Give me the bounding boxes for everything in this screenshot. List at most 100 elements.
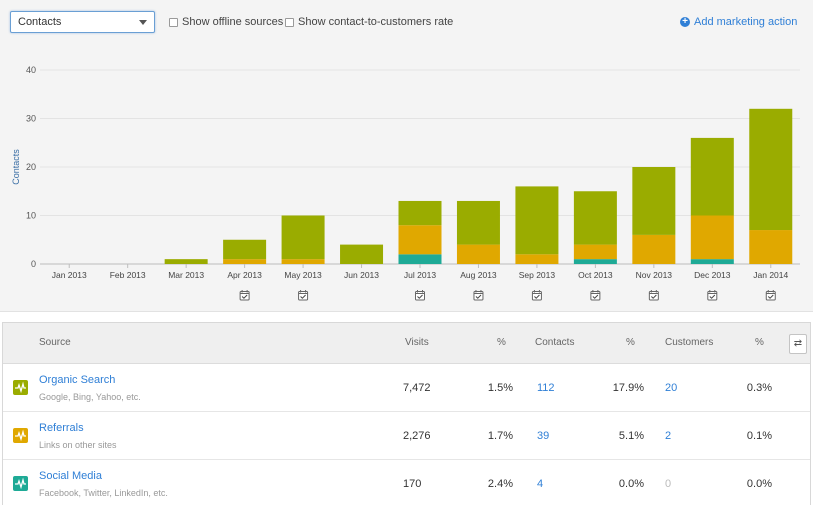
customers-pct-value: 0.0% xyxy=(746,478,772,490)
y-tick-label: 40 xyxy=(26,65,36,75)
bar-segment[interactable] xyxy=(749,230,793,264)
source-name-link[interactable]: Referrals xyxy=(39,422,84,434)
contacts-link[interactable]: 4 xyxy=(537,478,543,490)
metric-select[interactable]: Contacts xyxy=(10,11,155,33)
visits-value: 170 xyxy=(403,478,422,490)
bar-segment[interactable] xyxy=(281,215,325,260)
table-header: Source Visits % Contacts % Customers % ⇄ xyxy=(3,323,810,364)
x-tick-label: Dec 2013 xyxy=(694,270,731,280)
sources-table: Source Visits % Contacts % Customers % ⇄… xyxy=(2,322,811,505)
col-customers-pct: % xyxy=(755,337,764,348)
calendar-check-icon[interactable] xyxy=(415,290,425,301)
checkbox-box[interactable] xyxy=(169,17,178,27)
metric-select-value: Contacts xyxy=(18,16,62,28)
bar-segment[interactable] xyxy=(690,215,734,260)
bar-segment[interactable] xyxy=(281,259,325,264)
chart-panel: Contacts Show offline sources Show conta… xyxy=(0,0,813,312)
x-tick-label: Nov 2013 xyxy=(636,270,673,280)
bar-segment[interactable] xyxy=(515,254,559,264)
show-offline-checkbox[interactable]: Show offline sources xyxy=(169,15,283,29)
plus-circle-icon: + xyxy=(680,17,690,27)
visits-value: 7,472 xyxy=(403,382,431,394)
x-tick-label: Aug 2013 xyxy=(460,270,497,280)
calendar-check-icon[interactable] xyxy=(473,290,484,301)
swap-arrows-icon: ⇄ xyxy=(793,338,803,349)
customers-link[interactable]: 2 xyxy=(665,430,671,442)
bar-segment[interactable] xyxy=(573,191,617,245)
col-visits-pct: % xyxy=(497,337,506,348)
x-tick-label: Apr 2013 xyxy=(227,270,262,280)
bar-segment[interactable] xyxy=(164,259,208,264)
add-marketing-action-label: Add marketing action xyxy=(694,16,798,28)
source-name-link[interactable]: Organic Search xyxy=(39,374,115,386)
visits-pct-value: 1.5% xyxy=(487,382,513,394)
bar-segment[interactable] xyxy=(398,200,442,226)
col-visits: Visits xyxy=(405,337,429,348)
table-row: Referrals Links on other sites 2,276 1.7% 39… xyxy=(3,412,810,460)
show-rate-label: Show contact-to-customers rate xyxy=(298,16,454,28)
show-rate-checkbox[interactable]: Show contact-to-customers rate xyxy=(285,15,453,29)
visits-pct-value: 2.4% xyxy=(487,478,513,490)
calendar-check-icon[interactable] xyxy=(239,290,250,301)
show-offline-label: Show offline sources xyxy=(182,16,284,28)
calendar-check-icon[interactable] xyxy=(590,290,601,301)
source-description: Links on other sites xyxy=(39,440,117,450)
customers-link[interactable]: 20 xyxy=(665,382,677,394)
x-tick-label: Feb 2013 xyxy=(110,270,146,280)
y-tick-label: 10 xyxy=(26,211,36,221)
x-tick-label: Jul 2013 xyxy=(404,270,436,280)
y-tick-label: 30 xyxy=(26,114,36,124)
contacts-chart: 0 10 20 30 40 Contacts Jan 2013 Feb 2013 Mar 201… xyxy=(11,65,800,301)
bar-segment[interactable] xyxy=(398,225,442,255)
contacts-link[interactable]: 112 xyxy=(537,382,555,394)
bar-segment[interactable] xyxy=(398,254,442,264)
bar-segment[interactable] xyxy=(223,259,267,264)
calendar-check-icon[interactable] xyxy=(648,290,659,301)
x-tick-label: Jan 2013 xyxy=(52,270,87,280)
x-tick-label: Oct 2013 xyxy=(578,270,613,280)
chevron-down-icon xyxy=(139,20,147,25)
col-contacts-pct: % xyxy=(626,337,635,348)
source-description: Facebook, Twitter, LinkedIn, etc. xyxy=(39,488,168,498)
bar-segment[interactable] xyxy=(573,244,617,260)
add-marketing-action-link[interactable]: + Add marketing action xyxy=(680,15,797,29)
bar-segment[interactable] xyxy=(223,239,267,260)
calendar-check-icon[interactable] xyxy=(531,290,542,301)
source-name-link[interactable]: Social Media xyxy=(39,470,102,482)
bar-segment[interactable] xyxy=(340,244,384,264)
customers-pct-value: 0.1% xyxy=(746,430,772,442)
y-tick-label: 20 xyxy=(26,162,36,172)
bar-segment[interactable] xyxy=(690,259,734,264)
contacts-link[interactable]: 39 xyxy=(537,430,549,442)
table-body: Organic Search Google, Bing, Yahoo, etc. 7… xyxy=(3,364,810,505)
table-row: Organic Search Google, Bing, Yahoo, etc. 7… xyxy=(3,364,810,412)
bar-segment[interactable] xyxy=(573,259,617,264)
calendar-check-icon[interactable] xyxy=(707,290,718,301)
y-tick-label: 0 xyxy=(31,259,36,269)
x-tick-label: Jan 2014 xyxy=(753,270,788,280)
activity-icon xyxy=(13,428,28,443)
swap-columns-button[interactable]: ⇄ xyxy=(789,334,807,354)
bar-segment[interactable] xyxy=(632,234,676,264)
activity-icon xyxy=(13,476,28,491)
calendar-check-icon[interactable] xyxy=(765,290,776,301)
col-customers: Customers xyxy=(665,337,714,348)
customers-pct-value: 0.3% xyxy=(746,382,772,394)
visits-value: 2,276 xyxy=(403,430,431,442)
bar-segment[interactable] xyxy=(515,186,559,255)
col-contacts: Contacts xyxy=(535,337,575,348)
bar-segment[interactable] xyxy=(690,137,734,216)
contacts-pct-value: 17.9% xyxy=(612,382,644,394)
bar-segment[interactable] xyxy=(456,244,500,264)
x-tick-label: Sep 2013 xyxy=(519,270,556,280)
activity-icon xyxy=(13,380,28,395)
contacts-pct-value: 0.0% xyxy=(618,478,644,490)
bar-segment[interactable] xyxy=(632,167,676,235)
visits-pct-value: 1.7% xyxy=(487,430,513,442)
checkbox-box[interactable] xyxy=(285,17,294,27)
contacts-pct-value: 5.1% xyxy=(618,430,644,442)
calendar-check-icon[interactable] xyxy=(298,290,309,301)
bar-segment[interactable] xyxy=(456,200,500,245)
bar-segment[interactable] xyxy=(749,108,793,231)
source-description: Google, Bing, Yahoo, etc. xyxy=(39,392,141,402)
